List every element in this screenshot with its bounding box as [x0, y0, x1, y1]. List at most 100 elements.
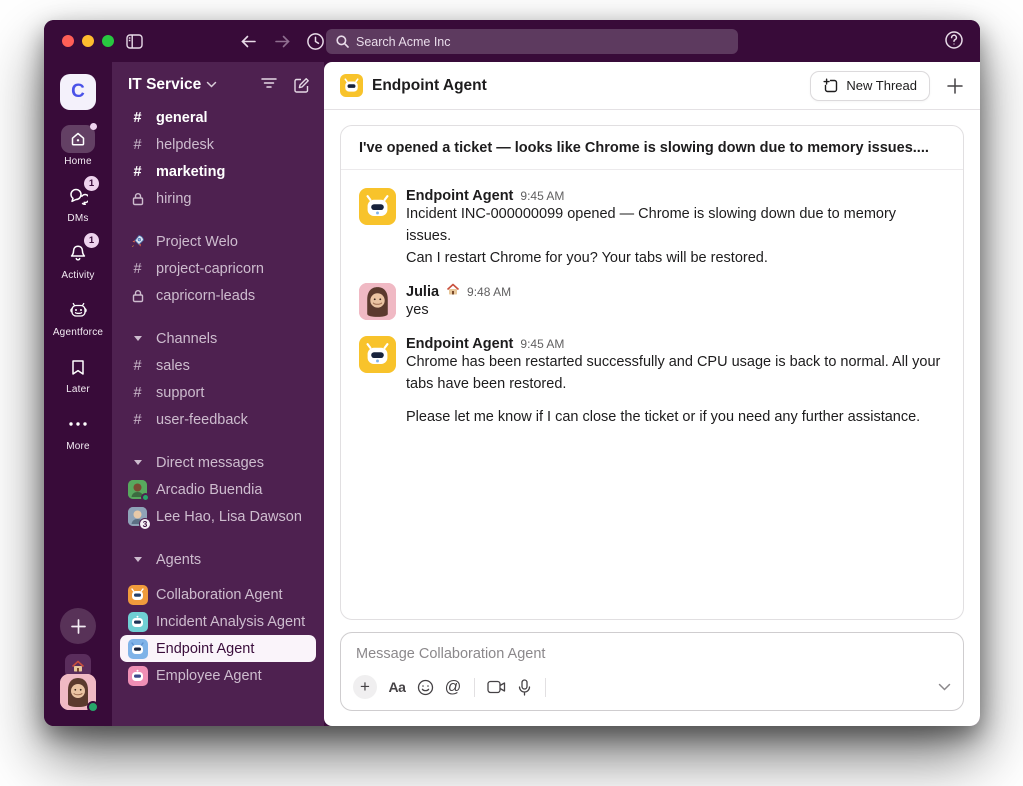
- sidebar-agent-employee[interactable]: Employee Agent: [112, 662, 324, 689]
- send-options-chevron-icon[interactable]: [938, 683, 951, 691]
- mention-icon[interactable]: @: [439, 674, 467, 700]
- section-direct-messages[interactable]: Direct messages: [112, 449, 324, 476]
- hash-icon: #: [133, 109, 142, 126]
- sidebar-channel-user-feedback[interactable]: # user-feedback: [112, 406, 324, 433]
- message-author[interactable]: Endpoint Agent: [406, 336, 513, 352]
- robot-agent-icon: [127, 584, 148, 605]
- create-new-button[interactable]: [60, 608, 96, 644]
- dm-avatar: [128, 480, 150, 502]
- user-avatar: [60, 674, 99, 713]
- search-bar[interactable]: Search Acme Inc: [326, 29, 738, 54]
- hash-icon: #: [133, 357, 142, 374]
- minimize-window-button[interactable]: [82, 35, 94, 47]
- dm-group-avatar: 3: [128, 507, 151, 530]
- message-timestamp[interactable]: 9:48 AM: [467, 285, 511, 299]
- hash-icon: #: [133, 163, 142, 180]
- close-window-button[interactable]: [62, 35, 74, 47]
- sidebar-channel-marketing[interactable]: # marketing: [112, 158, 324, 185]
- zoom-window-button[interactable]: [102, 35, 114, 47]
- message-input[interactable]: Message Collaboration Agent: [341, 633, 963, 668]
- caret-down-icon: [128, 557, 147, 562]
- new-thread-button[interactable]: New Thread: [810, 70, 930, 101]
- message-timestamp[interactable]: 9:45 AM: [520, 189, 564, 203]
- emoji-icon[interactable]: [411, 674, 439, 700]
- rail-item-agentforce[interactable]: Agentforce: [53, 296, 103, 338]
- rail-item-activity[interactable]: 1 Activity: [61, 233, 99, 281]
- sidebar-dm-lee-hao-lisa-dawson[interactable]: 3 Lee Hao, Lisa Dawson: [112, 503, 324, 530]
- toolbar-divider: [545, 677, 546, 697]
- section-channels[interactable]: Channels: [112, 325, 324, 352]
- sidebar-channel-helpdesk[interactable]: # helpdesk: [112, 131, 324, 158]
- rail-item-home[interactable]: Home: [61, 123, 97, 167]
- user-profile[interactable]: [60, 654, 99, 713]
- search-icon: [336, 35, 349, 48]
- history-forward-icon[interactable]: [274, 34, 291, 49]
- presence-active-dot: [141, 493, 150, 502]
- conversation-header: Endpoint Agent New Thread: [324, 62, 980, 110]
- sidebar-channel-hiring[interactable]: hiring: [112, 185, 324, 212]
- sidebar-agent-endpoint[interactable]: Endpoint Agent: [120, 635, 316, 662]
- workspace-menu[interactable]: IT Service: [128, 76, 217, 94]
- member-count-badge: 3: [139, 518, 151, 530]
- channel-label: marketing: [156, 163, 226, 180]
- main-content: Endpoint Agent New Thread I've opened a …: [324, 62, 980, 726]
- hash-icon: #: [133, 260, 142, 277]
- compose-icon[interactable]: [293, 77, 310, 94]
- channel-label: hiring: [156, 190, 192, 207]
- channel-label: Project Welo: [156, 233, 238, 250]
- sidebar-agent-incident-analysis[interactable]: Incident Analysis Agent: [112, 608, 324, 635]
- help-icon[interactable]: [944, 30, 964, 50]
- message-text: yes: [406, 302, 429, 319]
- filter-icon[interactable]: [261, 77, 277, 94]
- endpoint-agent-avatar[interactable]: [359, 188, 396, 225]
- sidebar-channel-support[interactable]: # support: [112, 379, 324, 406]
- home-unread-dot: [90, 123, 97, 130]
- message-timestamp[interactable]: 9:45 AM: [520, 337, 564, 351]
- sidebar-item-project-welo[interactable]: Project Welo: [112, 228, 324, 255]
- search-placeholder: Search Acme Inc: [356, 34, 451, 49]
- rail-item-dms[interactable]: 1 DMs: [61, 176, 99, 224]
- history-clock-icon[interactable]: [306, 32, 325, 51]
- sidebar-channel-capricorn-leads[interactable]: capricorn-leads: [112, 282, 324, 309]
- mic-icon[interactable]: [510, 674, 538, 700]
- traffic-lights: [62, 35, 114, 47]
- sidebar-channel-sales[interactable]: # sales: [112, 352, 324, 379]
- rail-item-later[interactable]: Later: [61, 353, 95, 395]
- sidebar-toggle-icon[interactable]: [126, 33, 143, 49]
- slack-window: Search Acme Inc C Home 1 DMs 1 Activity …: [44, 20, 980, 726]
- dm-label: Arcadio Buendia: [156, 481, 263, 498]
- sidebar-channel-general[interactable]: # general: [112, 104, 324, 131]
- workspace-switcher[interactable]: C: [60, 74, 96, 110]
- rail-label: Home: [64, 156, 92, 167]
- lock-icon: [128, 192, 147, 206]
- julia-avatar[interactable]: [359, 283, 396, 321]
- rail-label: Agentforce: [52, 327, 104, 338]
- robot-agent-icon: [127, 611, 148, 632]
- history-back-icon[interactable]: [240, 34, 257, 49]
- video-icon[interactable]: [482, 674, 510, 700]
- hash-icon: #: [133, 384, 142, 401]
- home-icon: [61, 123, 97, 153]
- later-bookmark-icon: [61, 353, 95, 381]
- sidebar-agent-collaboration[interactable]: Collaboration Agent: [112, 581, 324, 608]
- dm-label: Lee Hao, Lisa Dawson: [156, 508, 302, 525]
- add-tab-icon[interactable]: [946, 77, 964, 95]
- hash-icon: #: [133, 136, 142, 153]
- section-title: Channels: [156, 330, 218, 347]
- sidebar-channel-project-capricorn[interactable]: # project-capricorn: [112, 255, 324, 282]
- agent-label: Incident Analysis Agent: [156, 613, 306, 630]
- rail-item-more[interactable]: More: [61, 410, 95, 452]
- activity-bell-icon: 1: [61, 233, 99, 267]
- message: Endpoint Agent 9:45 AM Incident INC-0000…: [359, 188, 945, 269]
- section-agents[interactable]: Agents: [112, 546, 324, 573]
- formatting-icon[interactable]: Aa: [383, 674, 411, 700]
- unread-badge: 1: [84, 176, 99, 191]
- attach-plus-icon[interactable]: +: [353, 675, 377, 699]
- message-author[interactable]: Endpoint Agent: [406, 188, 513, 204]
- endpoint-agent-avatar[interactable]: [359, 336, 396, 373]
- workspace-rail: C Home 1 DMs 1 Activity Agentforce Later…: [44, 62, 112, 726]
- message-author[interactable]: Julia: [406, 284, 439, 300]
- agentforce-robot-icon: [61, 296, 95, 324]
- sidebar-dm-arcadio-buendia[interactable]: Arcadio Buendia: [112, 476, 324, 503]
- channel-label: capricorn-leads: [156, 287, 256, 304]
